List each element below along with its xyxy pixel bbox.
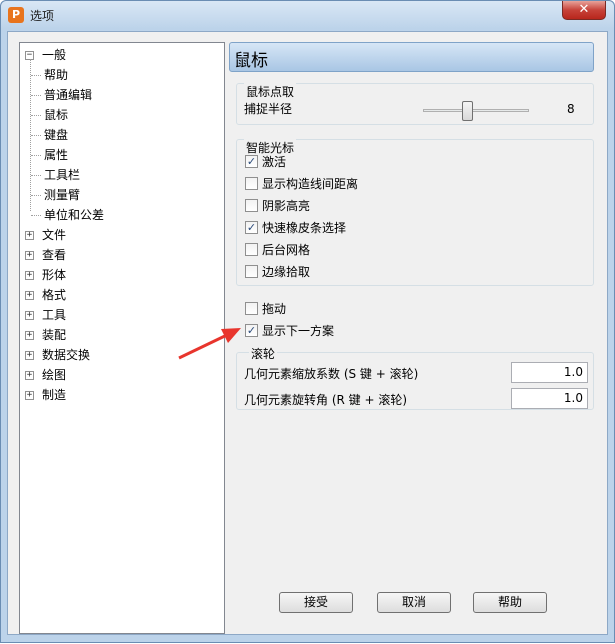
panel-header: 鼠标	[229, 42, 594, 72]
tree-node-label: 绘图	[42, 368, 67, 382]
group-title: 滚轮	[249, 345, 278, 362]
tree-node-label: 查看	[42, 248, 67, 262]
checkbox[interactable]	[245, 177, 258, 190]
tree-node-label: 文件	[42, 228, 67, 242]
tree-node-label: 制造	[42, 388, 67, 402]
slider-thumb[interactable]	[462, 101, 473, 121]
dialog-body: − 一般 帮助 普通编辑 鼠标 键盘 属性 工具栏 测量臂 单位和公差 + 文件 + 查看 + 形体 + 格…	[7, 31, 608, 635]
zoom-factor-input[interactable]: 1.0	[511, 362, 588, 383]
close-button[interactable]: ✕	[562, 1, 606, 20]
tree-node-label: 属性	[44, 148, 69, 162]
drag-checkbox[interactable]	[245, 302, 258, 315]
help-button[interactable]: 帮助	[473, 592, 547, 613]
tree-connector	[31, 135, 41, 136]
checkbox-label: 边缘拾取	[262, 265, 311, 279]
tree-node-label: 工具栏	[44, 168, 81, 182]
zoom-factor-label: 几何元素缩放系数 (S 键 + 滚轮)	[244, 367, 419, 381]
expand-icon[interactable]: +	[25, 231, 34, 240]
expand-icon[interactable]: +	[25, 331, 34, 340]
checkbox-label: 显示下一方案	[262, 324, 335, 338]
show-next-checkbox[interactable]: ✓	[245, 324, 258, 337]
tree-node-label: 一般	[42, 48, 67, 62]
expand-icon[interactable]: +	[25, 371, 34, 380]
tree-connector	[31, 75, 41, 76]
expand-icon[interactable]: +	[25, 391, 34, 400]
checkbox[interactable]: ✓	[245, 221, 258, 234]
rotate-angle-label: 几何元素旋转角 (R 键 + 滚轮)	[244, 393, 408, 407]
checkbox-label: 拖动	[262, 302, 287, 316]
tree-node-label: 普通编辑	[44, 88, 93, 102]
smart-cursor-group: 智能光标 ✓ 激活 显示构造线间距离 阴影高亮 ✓ 快速橡皮条选择 后台网格 边缘拾取	[236, 139, 594, 286]
tree-connector	[31, 195, 41, 196]
tree-connector	[31, 155, 41, 156]
tree-node-label: 装配	[42, 328, 67, 342]
capture-radius-slider[interactable]	[423, 109, 529, 112]
expand-icon[interactable]: +	[25, 351, 34, 360]
tree-node-label: 工具	[42, 308, 67, 322]
rotate-angle-input[interactable]: 1.0	[511, 388, 588, 409]
tree-node-label: 鼠标	[44, 108, 69, 122]
pick-group: 鼠标点取 捕捉半径 8	[236, 83, 594, 125]
expand-icon[interactable]: +	[25, 251, 34, 260]
group-title: 鼠标点取	[244, 83, 297, 100]
checkbox-label: 快速橡皮条选择	[262, 221, 347, 235]
tree-node-label: 形体	[42, 268, 67, 282]
accept-button[interactable]: 接受	[279, 592, 353, 613]
tree-node-label: 测量臂	[44, 188, 81, 202]
wheel-group: 滚轮 几何元素缩放系数 (S 键 + 滚轮) 1.0 几何元素旋转角 (R 键 …	[236, 345, 594, 410]
cancel-button[interactable]: 取消	[377, 592, 451, 613]
options-dialog: P 选项 ✕ − 一般 帮助 普通编辑 鼠标 键盘 属性 工具栏 测量臂 单位和公差 + 文件 +…	[0, 0, 615, 643]
title-bar[interactable]: P 选项 ✕	[1, 1, 614, 29]
tree-connector	[31, 175, 41, 176]
app-logo-icon: P	[8, 7, 24, 23]
category-tree[interactable]: − 一般 帮助 普通编辑 鼠标 键盘 属性 工具栏 测量臂 单位和公差 + 文件 + 查看 + 形体 + 格…	[19, 42, 225, 634]
checkbox-label: 显示构造线间距离	[262, 177, 359, 191]
checkbox-label: 激活	[262, 155, 287, 169]
tree-connector	[31, 215, 41, 216]
tree-node-label: 数据交换	[42, 348, 91, 362]
checkbox-label: 阴影高亮	[262, 199, 311, 213]
expand-icon[interactable]: +	[25, 291, 34, 300]
checkbox[interactable]: ✓	[245, 155, 258, 168]
checkbox[interactable]	[245, 199, 258, 212]
checkbox[interactable]	[245, 243, 258, 256]
capture-radius-label: 捕捉半径	[244, 102, 293, 116]
capture-radius-value: 8	[567, 102, 575, 116]
tree-node-label: 帮助	[44, 68, 69, 82]
panel-title: 鼠标	[234, 51, 268, 71]
tree-node-label: 键盘	[44, 128, 69, 142]
window-title: 选项	[30, 9, 55, 23]
tree-node-label: 格式	[42, 288, 67, 302]
expand-icon[interactable]: +	[25, 271, 34, 280]
tree-connector	[31, 95, 41, 96]
tree-node-label: 单位和公差	[44, 208, 105, 222]
expand-icon[interactable]: +	[25, 311, 34, 320]
checkbox[interactable]	[245, 265, 258, 278]
checkbox-label: 后台网格	[262, 243, 311, 257]
tree-connector	[31, 115, 41, 116]
